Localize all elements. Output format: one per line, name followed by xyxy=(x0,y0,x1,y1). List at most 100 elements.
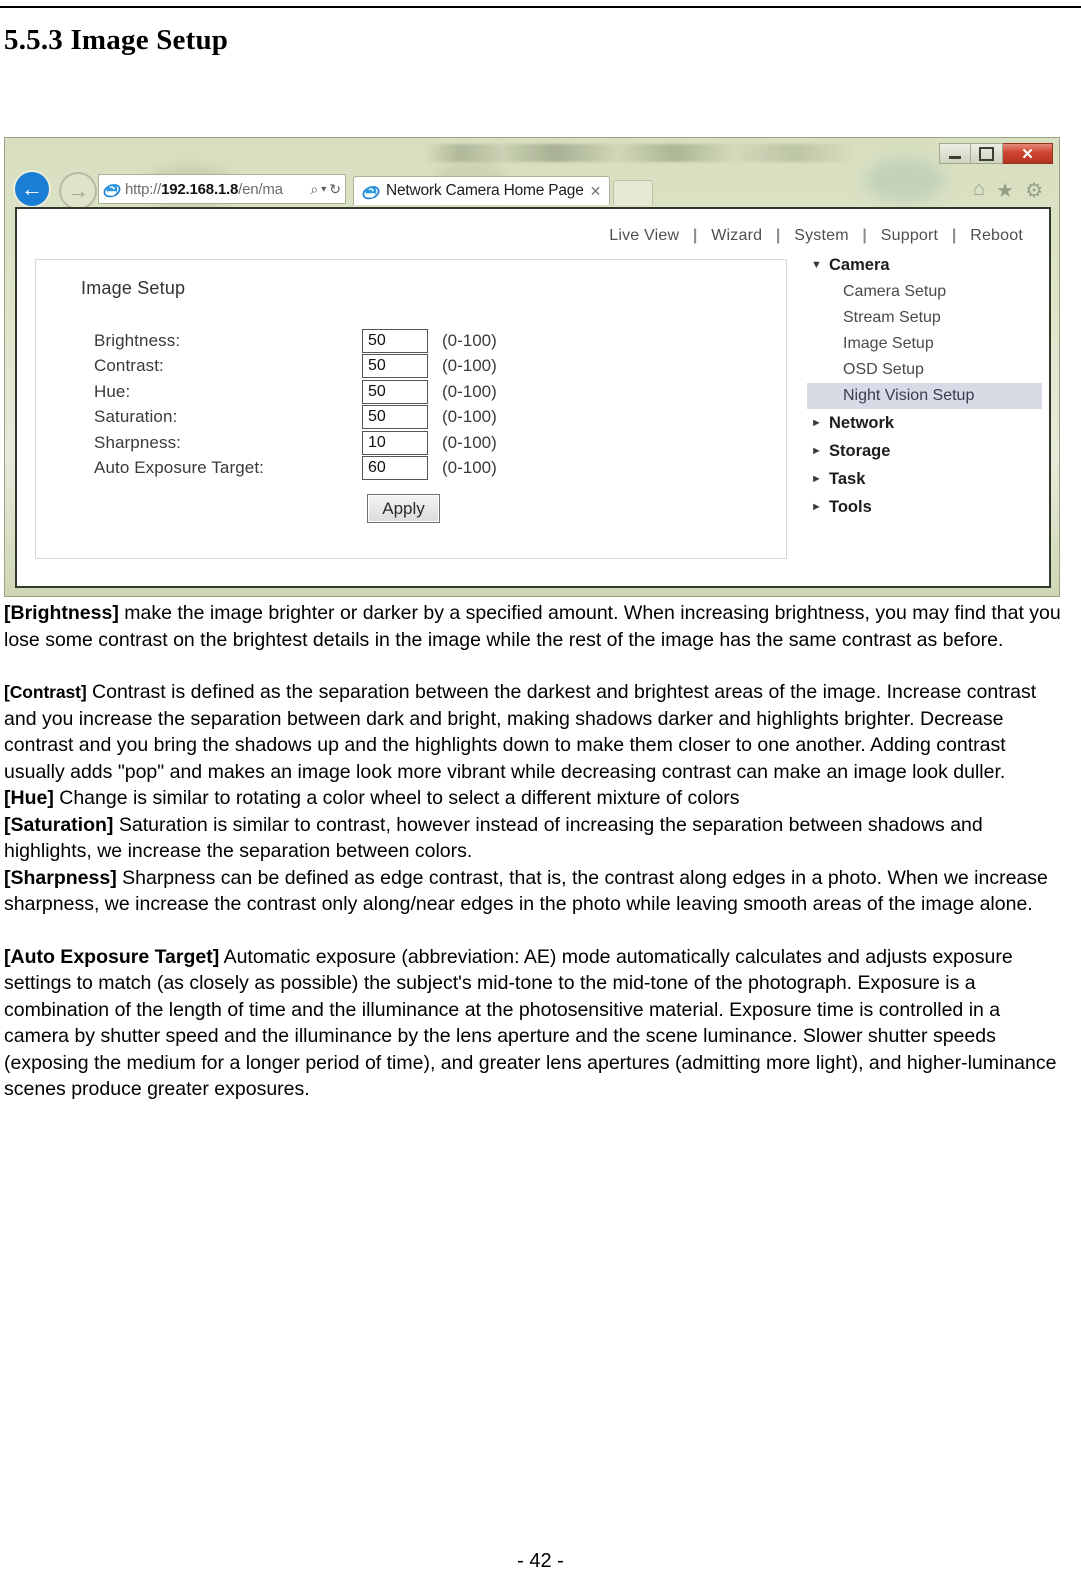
browser-tab[interactable]: Network Camera Home Page ✕ xyxy=(353,176,611,205)
home-icon[interactable]: ⌂ xyxy=(973,178,985,203)
form-row-hue: Hue: 50 (0-100) xyxy=(94,379,734,405)
brightness-input[interactable]: 50 xyxy=(362,328,428,353)
sidebar-group-network[interactable]: ► Network xyxy=(807,409,1042,437)
tab-close-icon[interactable]: ✕ xyxy=(590,183,602,200)
apply-button-wrapper: Apply xyxy=(367,494,440,523)
restore-button[interactable] xyxy=(971,143,1003,164)
hue-label: Hue: xyxy=(94,381,131,401)
sharpness-tag: [Sharpness] xyxy=(4,866,117,889)
saturation-tag: [Saturation] xyxy=(4,813,114,836)
address-host: 192.168.1.8 xyxy=(161,180,239,198)
auto-exposure-target-input[interactable]: 60 xyxy=(362,456,428,481)
minimize-icon xyxy=(949,155,961,159)
nav-support[interactable]: Support xyxy=(879,227,940,244)
saturation-range-hint: (0-100) xyxy=(442,407,497,427)
paragraph-sharpness: [Sharpness] Sharpness can be defined as … xyxy=(4,865,1067,918)
browser-window-screenshot: ✕ ← → http://192.168.1.8/en/ma ⌕ ▾ ↻ Net… xyxy=(4,137,1060,597)
tab-ie-icon xyxy=(362,186,380,200)
contrast-tag: [Contrast] xyxy=(4,682,87,702)
contrast-label: Contrast: xyxy=(94,356,164,376)
sidebar-item-label: OSD Setup xyxy=(843,361,924,378)
nav-live-view[interactable]: Live View xyxy=(607,227,681,244)
sidebar-group-tools[interactable]: ► Tools xyxy=(807,493,1042,521)
auto-exposure-target-range-hint: (0-100) xyxy=(442,458,497,478)
sidebar-item-osd-setup[interactable]: OSD Setup xyxy=(807,357,1042,383)
nav-reboot[interactable]: Reboot xyxy=(968,227,1025,244)
sidebar-group-storage[interactable]: ► Storage xyxy=(807,437,1042,465)
sidebar-item-label: Stream Setup xyxy=(843,309,941,326)
gear-icon[interactable]: ⚙ xyxy=(1025,178,1043,203)
chevron-down-icon: ▼ xyxy=(811,259,822,271)
saturation-input[interactable]: 50 xyxy=(362,405,428,430)
sidebar-group-label: Camera xyxy=(829,255,890,274)
brightness-range-hint: (0-100) xyxy=(442,330,497,350)
paragraph-contrast: [Contrast] Contrast is defined as the se… xyxy=(4,679,1067,785)
back-button[interactable]: ← xyxy=(15,172,49,206)
auto-exposure-target-text: Automatic exposure (abbreviation: AE) mo… xyxy=(4,945,1057,1101)
form-row-contrast: Contrast: 50 (0-100) xyxy=(94,354,734,380)
minimize-button[interactable] xyxy=(939,143,971,164)
auto-exposure-target-label: Auto Exposure Target: xyxy=(94,458,264,478)
paragraph-brightness: [Brightness] make the image brighter or … xyxy=(4,600,1067,653)
sharpness-input[interactable]: 10 xyxy=(362,430,428,455)
sidebar-item-image-setup[interactable]: Image Setup xyxy=(807,331,1042,357)
sidebar-group-label: Task xyxy=(829,469,866,488)
paragraph-auto-exposure-target: [Auto Exposure Target] Automatic exposur… xyxy=(4,944,1067,1103)
chevron-right-icon: ► xyxy=(811,501,822,513)
nav-system[interactable]: System xyxy=(792,227,851,244)
contrast-text: Contrast is defined as the separation be… xyxy=(4,681,1037,783)
sidebar-menu: ▼ Camera Camera Setup Stream Setup Image… xyxy=(807,251,1042,521)
paragraph-saturation: [Saturation] Saturation is similar to co… xyxy=(4,812,1067,865)
favorites-star-icon[interactable]: ★ xyxy=(996,178,1014,203)
sidebar-group-label: Storage xyxy=(829,441,891,460)
panel-title: Image Setup xyxy=(81,278,186,298)
form-row-saturation: Saturation: 50 (0-100) xyxy=(94,405,734,431)
chevron-down-icon[interactable]: ▾ xyxy=(321,184,326,195)
nav-separator: | xyxy=(692,227,698,244)
brightness-label: Brightness: xyxy=(94,330,181,350)
sidebar-group-label: Network xyxy=(829,413,895,432)
forward-arrow-icon: → xyxy=(67,178,89,203)
close-button[interactable]: ✕ xyxy=(1003,143,1053,164)
nav-wizard[interactable]: Wizard xyxy=(709,227,764,244)
tab-strip: Network Camera Home Page ✕ xyxy=(353,176,654,205)
ie-logo-icon xyxy=(103,184,121,198)
address-text: http://192.168.1.8/en/ma xyxy=(125,180,283,198)
search-icon[interactable]: ⌕ xyxy=(310,181,318,198)
browser-viewport: Live View | Wizard | System | Support | … xyxy=(15,207,1051,588)
hue-range-hint: (0-100) xyxy=(442,381,497,401)
contrast-input[interactable]: 50 xyxy=(362,354,428,379)
nav-separator: | xyxy=(862,227,868,244)
window-controls: ✕ xyxy=(939,143,1053,164)
sidebar-item-stream-setup[interactable]: Stream Setup xyxy=(807,305,1042,331)
form-row-auto-exposure-target: Auto Exposure Target: 60 (0-100) xyxy=(94,456,734,482)
close-icon: ✕ xyxy=(1021,145,1034,163)
sidebar-item-label: Image Setup xyxy=(843,335,934,352)
new-tab-button[interactable] xyxy=(613,180,654,205)
refresh-icon[interactable]: ↻ xyxy=(329,181,341,198)
paragraph-hue: [Hue] Change is similar to rotating a co… xyxy=(4,785,1067,812)
hue-input[interactable]: 50 xyxy=(362,379,428,404)
document-page: 5.5.3 Image Setup ✕ ← → http://192.168.1… xyxy=(0,0,1081,1591)
sidebar-item-night-vision-setup[interactable]: Night Vision Setup xyxy=(807,383,1042,409)
contrast-range-hint: (0-100) xyxy=(442,356,497,376)
restore-icon xyxy=(979,146,994,161)
sidebar-group-label: Tools xyxy=(829,497,872,516)
nav-separator: | xyxy=(951,227,957,244)
sidebar-item-camera-setup[interactable]: Camera Setup xyxy=(807,279,1042,305)
hue-text: Change is similar to rotating a color wh… xyxy=(53,787,740,809)
address-bar[interactable]: http://192.168.1.8/en/ma ⌕ ▾ ↻ xyxy=(98,174,346,204)
page-title: 5.5.3 Image Setup xyxy=(4,24,229,56)
brightness-text: make the image brighter or darker by a s… xyxy=(4,602,1061,651)
forward-button[interactable]: → xyxy=(59,172,97,210)
apply-button[interactable]: Apply xyxy=(367,494,440,523)
form-row-brightness: Brightness: 50 (0-100) xyxy=(94,328,734,354)
sidebar-item-label: Night Vision Setup xyxy=(843,387,975,404)
auto-exposure-target-tag: [Auto Exposure Target] xyxy=(4,945,220,968)
body-copy: [Brightness] make the image brighter or … xyxy=(4,600,1067,1103)
chevron-right-icon: ► xyxy=(811,473,822,485)
sidebar-group-camera[interactable]: ▼ Camera xyxy=(807,251,1042,279)
sharpness-text: Sharpness can be defined as edge contras… xyxy=(4,866,1048,916)
sidebar-group-task[interactable]: ► Task xyxy=(807,465,1042,493)
